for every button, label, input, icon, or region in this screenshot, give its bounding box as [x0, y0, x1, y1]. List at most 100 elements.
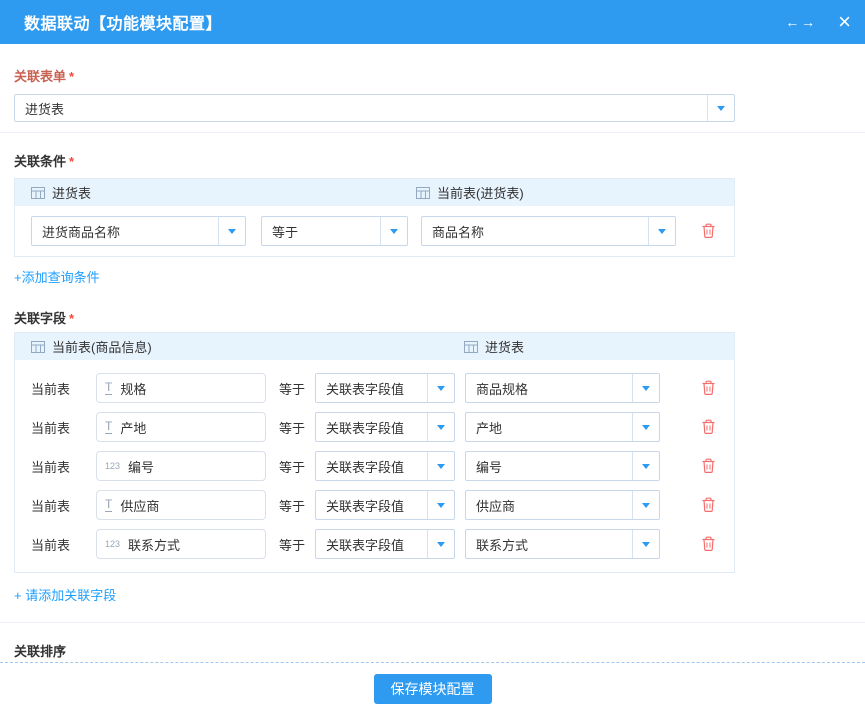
number-type-icon: 123 — [105, 461, 120, 471]
resize-arrows-icon[interactable]: ← → — [785, 14, 814, 30]
trash-icon[interactable] — [701, 419, 716, 435]
left-field-select[interactable]: 进货商品名称 — [31, 216, 246, 246]
current-table-label: 当前表 — [31, 457, 96, 476]
field-mapping-row: 当前表 T 产地 等于 关联表字段值 产地 — [31, 412, 718, 442]
save-module-config-button[interactable]: 保存模块配置 — [374, 674, 492, 704]
header-text: 当前表(进货表) — [437, 183, 524, 202]
field-table-header: 当前表(商品信息) 进货表 — [15, 333, 734, 360]
target-field-input[interactable]: T 供应商 — [96, 490, 266, 520]
dialog-footer: 保存模块配置 — [0, 662, 865, 714]
value-mode-select[interactable]: 关联表字段值 — [315, 451, 455, 481]
select-value: 供应商 — [466, 496, 632, 515]
select-value: 产地 — [466, 418, 632, 437]
target-field-input[interactable]: 123 联系方式 — [96, 529, 266, 559]
select-value: 商品名称 — [422, 222, 648, 241]
text-type-icon: T — [105, 381, 112, 395]
header-actions: ← → × — [785, 11, 851, 33]
field-mapping-rows: 当前表 T 规格 等于 关联表字段值 商品规格 — [15, 360, 734, 572]
chevron-down-icon — [380, 217, 407, 245]
required-asterisk: * — [69, 154, 74, 169]
current-table-label: 当前表 — [31, 496, 96, 515]
table-icon — [31, 187, 45, 199]
trash-icon[interactable] — [701, 458, 716, 474]
value-mode-select[interactable]: 关联表字段值 — [315, 412, 455, 442]
select-value: 关联表字段值 — [316, 496, 427, 515]
condition-table-header: 进货表 当前表(进货表) — [15, 179, 734, 206]
field-name: 产地 — [120, 418, 146, 437]
dialog-body: 关联表单* 进货表 关联条件* 进货表 当前表(进货表) 进货商品名称 等 — [0, 66, 865, 687]
left-table-header: 进货表 — [31, 183, 416, 202]
right-table-header: 进货表 — [464, 337, 524, 356]
label-text: 关联字段 — [14, 311, 66, 326]
target-field-input[interactable]: T 产地 — [96, 412, 266, 442]
right-field-select[interactable]: 商品名称 — [421, 216, 676, 246]
select-value: 关联表字段值 — [316, 457, 427, 476]
required-asterisk: * — [69, 69, 74, 84]
select-value: 商品规格 — [466, 379, 632, 398]
field-mapping-row: 当前表 123 编号 等于 关联表字段值 编号 — [31, 451, 718, 481]
source-field-select[interactable]: 产地 — [465, 412, 660, 442]
field-name: 编号 — [128, 457, 154, 476]
trash-icon[interactable] — [701, 380, 716, 396]
label-text: 关联排序 — [14, 644, 66, 659]
number-type-icon: 123 — [105, 539, 120, 549]
select-value: 编号 — [466, 457, 632, 476]
operator-label: 等于 — [279, 535, 309, 554]
label-text: 关联条件 — [14, 154, 66, 169]
target-field-input[interactable]: 123 编号 — [96, 451, 266, 481]
operator-select[interactable]: 等于 — [261, 216, 408, 246]
label-text: 关联表单 — [14, 69, 66, 84]
chevron-down-icon — [218, 217, 245, 245]
header-text: 当前表(商品信息) — [52, 337, 152, 356]
related-field-label: 关联字段* — [14, 308, 865, 327]
divider — [0, 132, 865, 133]
source-field-select[interactable]: 联系方式 — [465, 529, 660, 559]
value-mode-select[interactable]: 关联表字段值 — [315, 490, 455, 520]
close-icon[interactable]: × — [838, 11, 851, 33]
chevron-down-icon — [632, 413, 659, 441]
text-type-icon: T — [105, 498, 112, 512]
target-field-input[interactable]: T 规格 — [96, 373, 266, 403]
field-mapping-table: 当前表(商品信息) 进货表 当前表 T 规格 等于 关联表字段值 — [14, 332, 735, 573]
trash-icon[interactable] — [701, 536, 716, 552]
chevron-down-icon — [632, 530, 659, 558]
table-icon — [464, 341, 478, 353]
field-name: 规格 — [120, 379, 146, 398]
select-value: 联系方式 — [466, 535, 632, 554]
chevron-down-icon — [632, 491, 659, 519]
trash-icon[interactable] — [701, 497, 716, 513]
select-value: 进货商品名称 — [32, 222, 218, 241]
table-icon — [31, 341, 45, 353]
condition-table: 进货表 当前表(进货表) 进货商品名称 等于 商品名称 — [14, 178, 735, 257]
chevron-down-icon — [632, 452, 659, 480]
current-table-label: 当前表 — [31, 535, 96, 554]
table-icon — [416, 187, 430, 199]
select-value: 关联表字段值 — [316, 535, 427, 554]
current-table-label: 当前表 — [31, 379, 96, 398]
value-mode-select[interactable]: 关联表字段值 — [315, 529, 455, 559]
source-field-select[interactable]: 商品规格 — [465, 373, 660, 403]
chevron-down-icon — [707, 95, 734, 121]
add-field-link[interactable]: + 请添加关联字段 — [14, 585, 116, 604]
source-field-select[interactable]: 编号 — [465, 451, 660, 481]
value-mode-select[interactable]: 关联表字段值 — [315, 373, 455, 403]
divider — [0, 622, 865, 623]
header-text: 进货表 — [52, 183, 91, 202]
select-value: 进货表 — [15, 99, 707, 118]
field-name: 联系方式 — [128, 535, 180, 554]
select-value: 等于 — [262, 222, 380, 241]
chevron-down-icon — [427, 413, 454, 441]
field-mapping-row: 当前表 T 供应商 等于 关联表字段值 供应商 — [31, 490, 718, 520]
required-asterisk: * — [69, 311, 74, 326]
dialog-title: 数据联动【功能模块配置】 — [24, 10, 222, 34]
source-field-select[interactable]: 供应商 — [465, 490, 660, 520]
select-value: 关联表字段值 — [316, 379, 427, 398]
trash-icon[interactable] — [701, 223, 716, 239]
add-condition-link[interactable]: +添加查询条件 — [14, 267, 100, 286]
chevron-down-icon — [632, 374, 659, 402]
text-type-icon: T — [105, 420, 112, 434]
related-form-label: 关联表单* — [14, 66, 865, 85]
chevron-down-icon — [648, 217, 675, 245]
related-condition-label: 关联条件* — [14, 151, 865, 170]
related-form-select[interactable]: 进货表 — [14, 94, 735, 122]
